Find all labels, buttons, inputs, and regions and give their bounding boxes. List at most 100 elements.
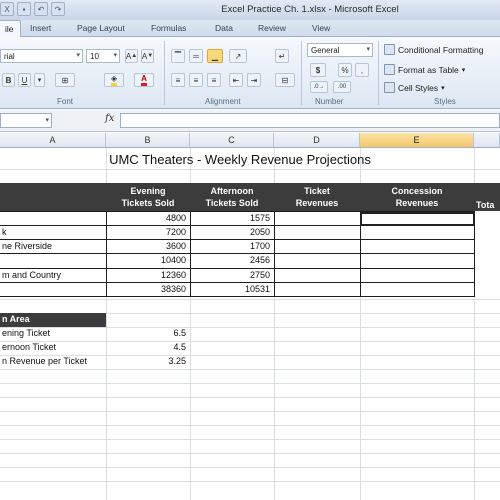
tab-insert[interactable]: Insert bbox=[30, 23, 51, 33]
group-separator bbox=[164, 41, 165, 105]
underline-button[interactable]: U bbox=[18, 73, 31, 87]
font-size-value: 10 bbox=[90, 51, 99, 61]
cell-afternoon: 2456 bbox=[249, 255, 270, 265]
cell-styles-icon bbox=[384, 82, 395, 93]
align-center-icon[interactable]: ≡ bbox=[189, 73, 203, 87]
cell-evening: 7200 bbox=[165, 227, 186, 237]
col-border bbox=[106, 211, 107, 297]
orientation-icon[interactable]: ↗ bbox=[229, 49, 247, 63]
formula-input[interactable] bbox=[120, 113, 500, 128]
tab-formulas[interactable]: Formulas bbox=[151, 23, 186, 33]
header-ticket-revenues: Ticket Revenues bbox=[274, 185, 360, 209]
percent-button[interactable]: % bbox=[338, 63, 352, 77]
cell-styles-button[interactable]: Cell Styles ▾ bbox=[384, 82, 445, 93]
currency-button[interactable]: $ bbox=[310, 63, 326, 77]
input-value: 6.5 bbox=[173, 328, 186, 338]
underline-dropdown-icon[interactable]: ▾ bbox=[34, 73, 45, 87]
column-header-a[interactable]: A bbox=[0, 133, 106, 148]
number-format-value: General bbox=[311, 45, 340, 55]
column-header-f[interactable] bbox=[474, 133, 500, 148]
gridline bbox=[0, 369, 500, 370]
input-value: 4.5 bbox=[173, 342, 186, 352]
header-line: Ticket bbox=[304, 186, 330, 196]
decrease-decimal-icon[interactable]: .00 bbox=[333, 81, 351, 93]
format-as-table-button[interactable]: Format as Table ▾ bbox=[384, 64, 465, 75]
chevron-down-icon: ▾ bbox=[45, 117, 49, 124]
merge-center-icon[interactable]: ⊟ bbox=[275, 73, 295, 87]
bold-button[interactable]: B bbox=[2, 73, 15, 87]
wrap-text-icon[interactable]: ↵ bbox=[275, 49, 289, 63]
number-group-label: Number bbox=[315, 97, 344, 106]
borders-icon[interactable]: ⊞ bbox=[55, 73, 75, 87]
header-line: Revenues bbox=[295, 198, 339, 208]
increase-decimal-icon[interactable]: .0→ bbox=[310, 81, 328, 93]
chevron-down-icon: ▾ bbox=[113, 52, 117, 59]
worksheet-grid[interactable]: A B C D E UMC Theaters - Weekly Revenue … bbox=[0, 133, 500, 500]
number-format-combo[interactable]: General ▾ bbox=[307, 43, 373, 57]
tab-view[interactable]: View bbox=[312, 23, 330, 33]
active-cell[interactable] bbox=[360, 212, 475, 226]
styles-group-label: Styles bbox=[434, 97, 456, 106]
format-as-table-label: Format as Table bbox=[398, 64, 459, 75]
input-label: ening Ticket bbox=[2, 328, 51, 338]
cell-evening-total: 38360 bbox=[160, 284, 186, 294]
row-border bbox=[0, 268, 475, 269]
align-bottom-icon[interactable]: ▁ bbox=[207, 49, 223, 63]
cell-afternoon: 1700 bbox=[249, 241, 270, 251]
gridline bbox=[0, 439, 500, 440]
increase-indent-icon[interactable]: ⇥ bbox=[247, 73, 261, 87]
row-border bbox=[0, 239, 475, 240]
align-right-icon[interactable]: ≡ bbox=[207, 73, 221, 87]
column-header-b[interactable]: B bbox=[106, 133, 190, 148]
header-line: Tickets Sold bbox=[205, 198, 259, 208]
shrink-font-icon[interactable]: A ▼ bbox=[141, 49, 154, 63]
font-size-combo[interactable]: 10 ▾ bbox=[86, 49, 120, 63]
column-header-d[interactable]: D bbox=[274, 133, 360, 148]
ribbon-tabs: ile Insert Page Layout Formulas Data Rev… bbox=[0, 20, 500, 38]
cell-afternoon: 2050 bbox=[249, 227, 270, 237]
title-bar: X ▪ ↶ ↷ Excel Practice Ch. 1.xlsx - Micr… bbox=[0, 0, 500, 20]
tab-file[interactable]: ile bbox=[0, 20, 21, 38]
cell-evening: 4800 bbox=[165, 213, 186, 223]
tab-review[interactable]: Review bbox=[258, 23, 286, 33]
decrease-indent-icon[interactable]: ⇤ bbox=[229, 73, 243, 87]
cell-evening: 12360 bbox=[160, 270, 186, 280]
header-line: Tickets Sold bbox=[121, 198, 175, 208]
column-header-c[interactable]: C bbox=[190, 133, 274, 148]
conditional-formatting-icon bbox=[384, 44, 395, 55]
formula-bar: ▾ fx bbox=[0, 110, 500, 132]
fill-color-icon[interactable]: ◈ bbox=[104, 73, 124, 87]
align-middle-icon[interactable]: ═ bbox=[189, 49, 203, 63]
font-name-combo[interactable]: rial ▾ bbox=[0, 49, 83, 63]
gridline bbox=[0, 467, 500, 468]
align-left-icon[interactable]: ≡ bbox=[171, 73, 185, 87]
gridline bbox=[0, 169, 500, 170]
gridline bbox=[0, 299, 500, 300]
column-header-e[interactable]: E bbox=[360, 133, 474, 148]
row-border bbox=[0, 253, 475, 254]
font-name-value: rial bbox=[4, 51, 15, 61]
col-border bbox=[274, 211, 275, 297]
tab-data[interactable]: Data bbox=[215, 23, 233, 33]
cell-afternoon: 1575 bbox=[249, 213, 270, 223]
row-border bbox=[0, 282, 475, 283]
table-row-name: ne Riverside bbox=[2, 241, 53, 251]
ribbon: rial ▾ 10 ▾ A ▲ A ▼ B U ▾ ⊞ ◈ A Font ▔ ═ ▁ ↗… bbox=[0, 37, 500, 109]
col-border bbox=[190, 211, 191, 297]
grow-font-icon[interactable]: A ▲ bbox=[125, 49, 138, 63]
name-box[interactable]: ▾ bbox=[0, 113, 52, 128]
insert-function-icon[interactable]: fx bbox=[105, 113, 114, 124]
header-afternoon-tickets: Afternoon Tickets Sold bbox=[190, 185, 274, 209]
header-concession-revenues: Concession Revenues bbox=[360, 185, 474, 209]
input-label: n Revenue per Ticket bbox=[2, 356, 88, 366]
tab-page-layout[interactable]: Page Layout bbox=[77, 23, 125, 33]
comma-style-icon[interactable]: , bbox=[355, 63, 369, 77]
cell-afternoon-total: 10531 bbox=[244, 284, 270, 294]
gridline bbox=[0, 453, 500, 454]
align-top-icon[interactable]: ▔ bbox=[171, 49, 185, 63]
cell-afternoon: 2750 bbox=[249, 270, 270, 280]
cell-styles-label: Cell Styles bbox=[398, 82, 439, 93]
font-color-icon[interactable]: A bbox=[134, 73, 154, 87]
conditional-formatting-button[interactable]: Conditional Formatting bbox=[384, 44, 484, 55]
gridline bbox=[0, 411, 500, 412]
